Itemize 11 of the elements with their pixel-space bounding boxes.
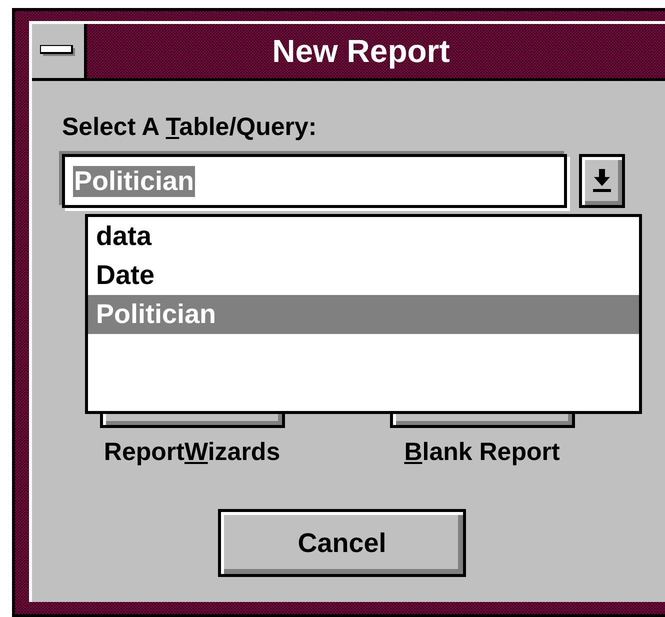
down-arrow-icon: [592, 169, 612, 193]
dropdown-button[interactable]: [579, 154, 625, 208]
minus-icon: [40, 45, 76, 57]
system-menu-button[interactable]: [32, 24, 87, 78]
window-title: New Report: [87, 24, 665, 78]
list-item[interactable]: Politician: [88, 295, 639, 334]
cancel-button[interactable]: Cancel: [218, 509, 466, 577]
picture-button-label: ReportWizards: [104, 438, 280, 467]
table-combo-field[interactable]: Politician: [62, 154, 567, 208]
picture-button-label: Blank Report: [404, 438, 560, 467]
table-query-label: Select A Table/Query:: [62, 113, 318, 142]
